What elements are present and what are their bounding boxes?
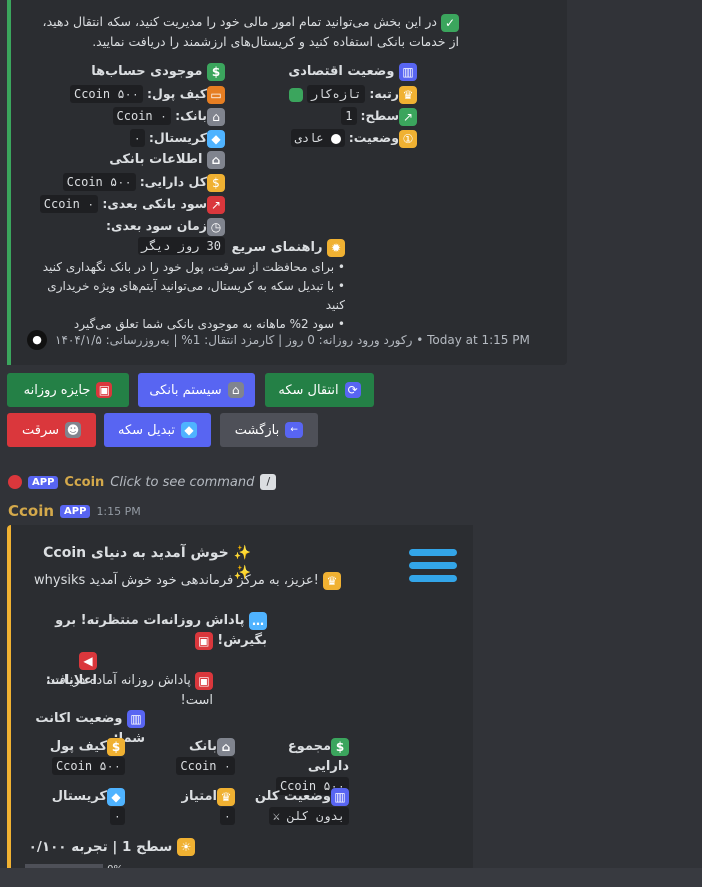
megaphone-icon: ◀ bbox=[79, 651, 97, 670]
message-composer-edge bbox=[0, 868, 702, 887]
bank-icon: ⌂ bbox=[227, 382, 244, 398]
score-field: ♛امتیاز ۰ bbox=[145, 787, 235, 827]
bar-chart-icon: ▥ bbox=[127, 709, 145, 728]
back-button[interactable]: بازگشت ← bbox=[220, 413, 318, 447]
greeting: ♛ !عزیز، به مرکز فرماندهی خود خوش آمدید … bbox=[27, 571, 341, 591]
avatar bbox=[8, 475, 22, 489]
rank-value: تازه‌کار bbox=[306, 85, 366, 103]
trophy-icon: ♛ bbox=[399, 85, 417, 104]
menu-thumbnail-icon bbox=[409, 549, 457, 589]
beginner-icon bbox=[288, 87, 303, 102]
bank-icon: ⌂ bbox=[217, 737, 235, 756]
chart-up-icon: ↗ bbox=[207, 195, 225, 214]
money-icon: $ bbox=[207, 62, 225, 81]
slash-command-icon: / bbox=[260, 474, 277, 490]
announcement: ▣ پاداش روزانه آماده دریافت است! bbox=[46, 671, 213, 708]
tips-field: ✹ راهنمای سریع • برای محافظت از سرقت، پو… bbox=[25, 238, 345, 334]
chart-up-icon: ↗ bbox=[399, 107, 417, 126]
microphone-icon: ● bbox=[27, 330, 47, 350]
money-bag-icon: $ bbox=[107, 737, 125, 756]
bank-icon: ⌂ bbox=[207, 107, 225, 126]
crossed-swords-icon: ⚔ bbox=[272, 809, 280, 823]
steal-button[interactable]: سرقت ☻ bbox=[7, 413, 96, 447]
embed-footer: ● رکورد ورود روزانه: 0 روز | کارمزد انتق… bbox=[27, 330, 530, 350]
convert-coin-button[interactable]: تبدیل سکه ◆ bbox=[104, 413, 211, 447]
crystal-field: ◆کریستال ۰ bbox=[25, 787, 125, 827]
credit-card-icon: ▭ bbox=[207, 85, 225, 104]
clan-status-field: ▥وضعیت کلن بدون کلن ⚔ bbox=[249, 787, 349, 827]
check-icon: ✓ bbox=[441, 13, 459, 32]
gem-icon: ◆ bbox=[207, 129, 225, 148]
trophy-icon: ♛ bbox=[323, 571, 341, 590]
bank-system-button[interactable]: سیستم بانکی ⌂ bbox=[138, 373, 255, 407]
daily-reward-button[interactable]: جایزه روزانه ▣ bbox=[7, 373, 129, 407]
tip-item: • با تبدیل سکه به کریستال، می‌توانید آیت… bbox=[47, 279, 345, 312]
speech-bubble-icon: … bbox=[249, 611, 267, 630]
embed-intro: ✓ در این بخش می‌توانید تمام امور مالی خو… bbox=[42, 13, 459, 49]
see-command-link[interactable]: Click to see command bbox=[110, 475, 254, 490]
next-profit-value: ۰ Ccoin bbox=[39, 195, 99, 213]
level-line: ☀ سطح 1 | تجربه ۰/۱۰۰ bbox=[25, 837, 195, 857]
clan-value: بدون کلن ⚔ bbox=[268, 807, 349, 825]
level-value: 1 bbox=[341, 107, 357, 125]
welcome-embed: ✨ خوش آمدید به دنیای Ccoin ✨ ♛ !عزیز، به… bbox=[7, 525, 473, 887]
bank-icon: ⌂ bbox=[207, 150, 225, 169]
trophy-icon: ♛ bbox=[217, 787, 235, 806]
money-bag-icon: $ bbox=[207, 173, 225, 192]
gem-icon: ◆ bbox=[181, 422, 197, 438]
status-value: عادی bbox=[290, 129, 345, 147]
bar-chart-icon: ▥ bbox=[399, 62, 417, 81]
economy-field: ▥ وضعیت اقتصادی ♛رتبه: تازه‌کار ↗سطح: 1 … bbox=[257, 62, 417, 148]
timestamp: 1:15 PM bbox=[96, 504, 141, 518]
bar-chart-icon: ▥ bbox=[331, 787, 349, 806]
arrows-icon: ⟳ bbox=[344, 382, 361, 398]
crystal-value: ۰ bbox=[129, 129, 145, 147]
gift-icon: ▣ bbox=[96, 382, 113, 398]
thief-icon: ☻ bbox=[65, 422, 82, 438]
bank-field: ⌂بانک ۰ Ccoin bbox=[145, 737, 235, 777]
back-arrow-icon: ← bbox=[285, 422, 304, 438]
white-circle-icon bbox=[330, 133, 341, 144]
author-name[interactable]: Ccoin bbox=[8, 502, 54, 520]
lightbulb-icon: ✹ bbox=[327, 238, 345, 257]
total-value: ۵۰۰ Ccoin bbox=[62, 173, 136, 191]
money-icon: $ bbox=[331, 737, 349, 756]
wallet-value: ۵۰۰ Ccoin bbox=[69, 85, 144, 103]
gift-icon: ▣ bbox=[194, 631, 213, 650]
medal-icon: ① bbox=[399, 129, 417, 148]
wallet-field: $کیف پول ۵۰۰ Ccoin bbox=[25, 737, 125, 777]
balances-field: $ موجودی حساب‌ها ▭کیف پول: ۵۰۰ Ccoin ⌂با… bbox=[25, 62, 225, 148]
bank-value: ۰ Ccoin bbox=[112, 107, 172, 125]
transfer-coin-button[interactable]: انتقال سکه ⟳ bbox=[265, 373, 374, 407]
tip-item: • برای محافظت از سرقت، پول خود را در بان… bbox=[42, 260, 345, 274]
bank-embed: ✓ در این بخش می‌توانید تمام امور مالی خو… bbox=[7, 0, 567, 365]
interaction-reply[interactable]: APP Ccoin Click to see command / bbox=[8, 474, 277, 490]
reward-notice: … پاداش روزانه‌ات منتظرته! برو بگیرش! ▣ bbox=[55, 611, 267, 650]
gem-icon: ◆ bbox=[107, 787, 125, 806]
stopwatch-icon: ◷ bbox=[207, 217, 225, 236]
sun-icon: ☀ bbox=[177, 838, 195, 856]
gift-icon: ▣ bbox=[195, 671, 213, 690]
message-header: Ccoin APP 1:15 PM bbox=[8, 502, 141, 520]
